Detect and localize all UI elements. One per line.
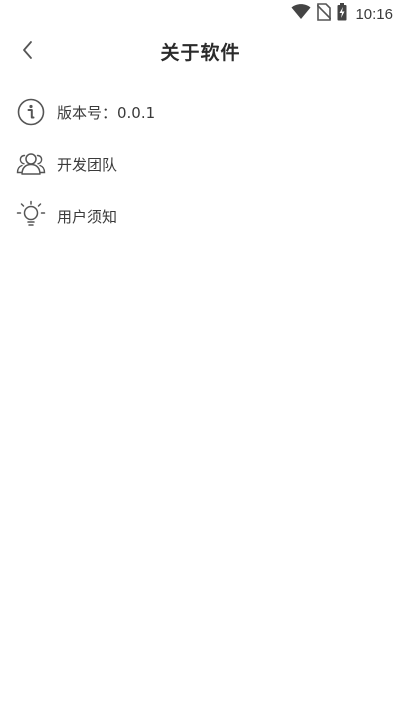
menu-label-user-notice: 用户须知 [57,207,118,226]
page-title: 关于软件 [160,42,241,64]
header: 关于软件 [0,28,401,74]
menu-item-user-notice[interactable]: 用户须知 [0,190,401,242]
menu-item-team[interactable]: 开发团队 [0,138,401,190]
no-sim-icon [316,3,333,25]
status-icons: 10:16 [291,3,393,25]
status-bar: 10:16 [0,0,401,28]
menu-list: 版本号：0.0.1 开发团队 用户须知 [0,86,401,242]
battery-charging-icon [337,3,347,25]
menu-label-team: 开发团队 [57,155,118,174]
status-time: 10:16 [355,5,393,23]
menu-label-version: 版本号：0.0.1 [57,103,156,122]
team-icon [16,149,46,179]
wifi-icon [291,4,311,24]
menu-item-version[interactable]: 版本号：0.0.1 [0,86,401,138]
info-icon [16,97,46,127]
lightbulb-icon [16,200,46,231]
